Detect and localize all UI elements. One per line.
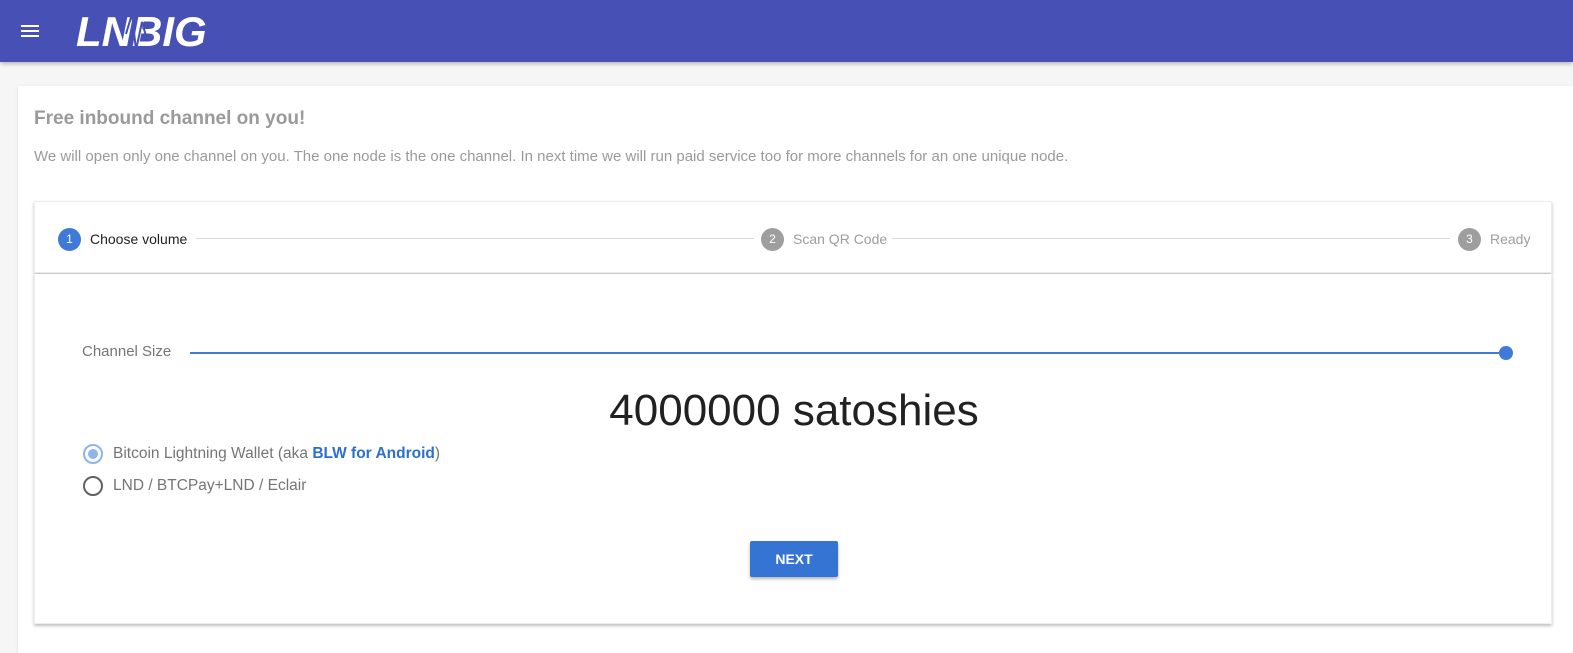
step-content: Channel Size 4000000 satoshies Bitcoin L… xyxy=(34,274,1552,624)
channel-amount: 4000000 satoshies xyxy=(609,386,979,435)
step-number-1: 1 xyxy=(58,227,81,251)
step-label-2: Scan QR Code xyxy=(793,231,888,247)
step-number-2: 2 xyxy=(761,227,784,251)
wallet-option-blw-prefix: Bitcoin Lightning Wallet (aka xyxy=(113,445,313,462)
blw-for-android-link[interactable]: BLW for Android xyxy=(312,445,435,462)
step-number-3: 3 xyxy=(1458,227,1481,251)
wallet-option-blw-label: Bitcoin Lightning Wallet (aka BLW for An… xyxy=(113,445,440,463)
step-choose-volume[interactable]: 1 Choose volume xyxy=(58,227,188,251)
wallet-option-lnd[interactable]: LND / BTCPay+LND / Eclair xyxy=(83,476,306,496)
stepper: 1 Choose volume 2 Scan QR Code 3 Ready xyxy=(34,201,1552,273)
step-scan-qr-code[interactable]: 2 Scan QR Code xyxy=(761,227,888,251)
app-bar: LNBIG xyxy=(0,0,1573,62)
step-connector-1 xyxy=(196,238,754,239)
radio-unchecked-icon[interactable] xyxy=(83,476,103,496)
channel-size-label: Channel Size xyxy=(82,343,172,360)
step-connector-2 xyxy=(892,238,1450,239)
logo-text: LNBIG xyxy=(76,8,207,55)
slider-thumb[interactable] xyxy=(1499,346,1513,360)
page-description: We will open only one channel on you. Th… xyxy=(34,148,1069,165)
wallet-option-blw[interactable]: Bitcoin Lightning Wallet (aka BLW for An… xyxy=(83,444,440,464)
page-title: Free inbound channel on you! xyxy=(34,108,306,129)
wallet-option-blw-suffix: ) xyxy=(434,445,441,462)
next-button[interactable]: NEXT xyxy=(750,541,838,577)
step-label-1: Choose volume xyxy=(90,231,188,247)
lnbig-logo: LNBIG xyxy=(76,8,207,55)
step-label-3: Ready xyxy=(1490,231,1531,247)
logo[interactable]: LNBIG xyxy=(76,6,216,56)
channel-size-slider[interactable] xyxy=(190,346,1513,360)
slider-fill xyxy=(190,352,1506,354)
wallet-option-lnd-label: LND / BTCPay+LND / Eclair xyxy=(113,477,307,494)
radio-checked-icon[interactable] xyxy=(83,444,103,464)
main-card: Free inbound channel on you! We will ope… xyxy=(18,86,1573,653)
step-ready[interactable]: 3 Ready xyxy=(1458,227,1531,251)
hamburger-menu-icon[interactable] xyxy=(16,17,44,45)
